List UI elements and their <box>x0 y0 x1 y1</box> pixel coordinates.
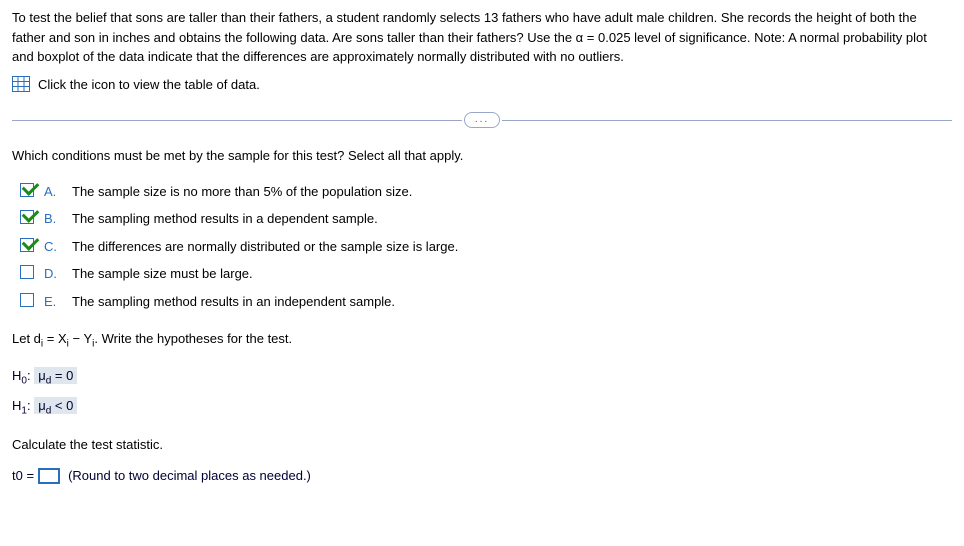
choice-letter-c: C. <box>44 237 62 257</box>
checkbox-b[interactable] <box>20 210 34 224</box>
data-table-link-text[interactable]: Click the icon to view the table of data… <box>38 75 260 95</box>
choice-text-d: The sample size must be large. <box>72 264 253 284</box>
choice-text-a: The sample size is no more than 5% of th… <box>72 182 412 202</box>
choice-letter-e: E. <box>44 292 62 312</box>
choice-text-b: The sampling method results in a depende… <box>72 209 378 229</box>
conditions-question: Which conditions must be met by the samp… <box>12 146 952 166</box>
choice-letter-b: B. <box>44 209 62 229</box>
null-hypothesis: H0: μd = 0 <box>12 366 952 389</box>
choice-a: A. The sample size is no more than 5% of… <box>20 182 952 202</box>
choice-text-c: The differences are normally distributed… <box>72 237 458 257</box>
choice-c: C. The differences are normally distribu… <box>20 237 952 257</box>
calc-prompt: Calculate the test statistic. <box>12 435 952 455</box>
alt-hypothesis: H1: μd < 0 <box>12 396 952 419</box>
problem-intro: To test the belief that sons are taller … <box>12 8 952 67</box>
divider-right <box>502 120 952 121</box>
h0-selection[interactable]: μd = 0 <box>34 367 77 384</box>
checkbox-d[interactable] <box>20 265 34 279</box>
divider-left <box>12 120 462 121</box>
choice-letter-d: D. <box>44 264 62 284</box>
data-table-link-row: Click the icon to view the table of data… <box>12 75 952 95</box>
section-divider: ... <box>12 112 952 128</box>
choices-list: A. The sample size is no more than 5% of… <box>20 182 952 312</box>
choice-letter-a: A. <box>44 182 62 202</box>
test-statistic-row: t0 = (Round to two decimal places as nee… <box>12 466 952 486</box>
choice-e: E. The sampling method results in an ind… <box>20 292 952 312</box>
checkbox-a[interactable] <box>20 183 34 197</box>
choice-b: B. The sampling method results in a depe… <box>20 209 952 229</box>
expand-pill[interactable]: ... <box>464 112 500 128</box>
checkbox-e[interactable] <box>20 293 34 307</box>
h1-selection[interactable]: μd < 0 <box>34 397 77 414</box>
t0-input[interactable] <box>38 468 60 484</box>
rounding-note: (Round to two decimal places as needed.) <box>68 466 311 486</box>
checkbox-c[interactable] <box>20 238 34 252</box>
choice-text-e: The sampling method results in an indepe… <box>72 292 395 312</box>
choice-d: D. The sample size must be large. <box>20 264 952 284</box>
table-icon[interactable] <box>12 76 30 92</box>
hypothesis-intro: Let di = Xi − Yi. Write the hypotheses f… <box>12 329 952 352</box>
